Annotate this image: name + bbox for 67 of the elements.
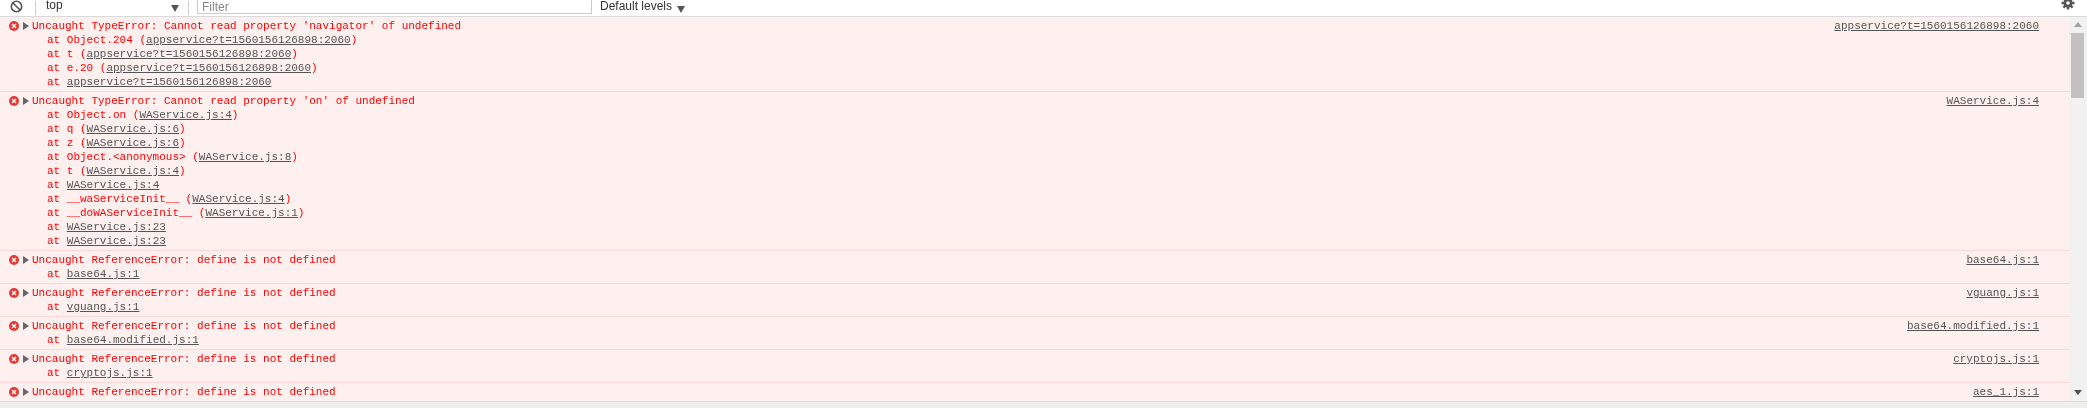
caret-icon [171, 5, 179, 12]
source-link[interactable]: WAService.js:4 [1946, 94, 2039, 108]
clear-console-icon[interactable] [10, 0, 23, 13]
source-link[interactable]: WAService.js:23 [66, 221, 166, 233]
filter-field[interactable]: Filter [197, 0, 592, 14]
scroll-down-icon[interactable] [2074, 390, 2082, 395]
source-link[interactable]: appservice?t=1560156126898:2060 [86, 48, 292, 60]
stack-frame: at WAService.js:23 [32, 220, 1937, 234]
source-link[interactable]: aes_1.js:1 [1973, 385, 2039, 399]
source-link[interactable]: appservice?t=1560156126898:2060 [1834, 19, 2039, 33]
settings-icon[interactable] [2061, 0, 2075, 10]
source-link[interactable]: WAService.js:4 [192, 193, 285, 205]
stack-frame: at Object.204 (appservice?t=1560156126898:2060) [32, 33, 1825, 47]
error-message: Uncaught ReferenceError: define is not defined [32, 253, 337, 267]
expand-arrow-icon[interactable] [23, 355, 29, 363]
expand-arrow-icon[interactable] [23, 256, 29, 264]
source-link[interactable]: WAService.js:1 [205, 207, 298, 219]
source-link[interactable]: cryptojs.js:1 [1953, 352, 2039, 366]
stack-frame: at Object.on (WAService.js:4) [32, 108, 1937, 122]
error-message: Uncaught ReferenceError: define is not defined [32, 286, 337, 300]
stack-frame: at WAService.js:23 [32, 234, 1937, 248]
expand-arrow-icon[interactable] [23, 388, 29, 396]
stack-frame: at z (WAService.js:6) [32, 136, 1937, 150]
scrollbar-thumb[interactable] [2071, 33, 2084, 98]
stack-frame: at WAService.js:4 [32, 178, 1937, 192]
source-link[interactable]: base64.modified.js:1 [66, 334, 199, 346]
stack-frame: at q (WAService.js:6) [32, 122, 1937, 136]
source-link[interactable]: WAService.js:4 [66, 179, 160, 191]
stack-frame: at base64.js:1 [32, 267, 1957, 281]
stack-frame: at t (appservice?t=1560156126898:2060) [32, 47, 1825, 61]
source-link[interactable]: base64.modified.js:1 [1906, 319, 2039, 333]
source-link[interactable]: WAService.js:4 [86, 165, 180, 177]
stack-frame: at e.20 (appservice?t=1560156126898:2060) [32, 61, 1825, 75]
source-link[interactable]: appservice?t=1560156126898:2060 [146, 34, 351, 46]
error-message: Uncaught TypeError: Cannot read property 'navigator' of undefined [32, 19, 463, 33]
error-message: Uncaught ReferenceError: define is not defined [32, 385, 337, 399]
error-message: Uncaught ReferenceError: define is not defined [32, 352, 337, 366]
source-link[interactable]: cryptojs.js:1 [66, 367, 153, 379]
expand-arrow-icon[interactable] [23, 322, 29, 330]
context-select[interactable]: top [45, 0, 180, 13]
stack-frame: at base64.modified.js:1 [32, 333, 1897, 347]
stack-frame: at vguang.js:1 [32, 300, 1957, 314]
stack-frame: at Object.<anonymous> (WAService.js:8) [32, 150, 1937, 164]
error-message: Uncaught TypeError: Cannot read property 'on' of undefined [32, 94, 416, 108]
source-link[interactable]: base64.js:1 [1966, 253, 2039, 267]
scrollbar[interactable] [2069, 17, 2087, 401]
source-link[interactable]: WAService.js:4 [139, 109, 232, 121]
source-link[interactable]: vguang.js:1 [1966, 286, 2039, 300]
source-link[interactable]: WAService.js:23 [66, 235, 166, 247]
source-link[interactable]: vguang.js:1 [66, 301, 140, 313]
source-link[interactable]: base64.js:1 [66, 268, 140, 280]
stack-frame: at __doWAServiceInit__ (WAService.js:1) [32, 206, 1937, 220]
stack-frame: at __waServiceInit__ (WAService.js:4) [32, 192, 1937, 206]
log-levels-dropdown[interactable]: Default levels [600, 0, 686, 13]
expand-arrow-icon[interactable] [23, 289, 29, 297]
stack-frame: at t (WAService.js:4) [32, 164, 1937, 178]
source-link[interactable]: WAService.js:6 [86, 123, 180, 135]
caret-icon [677, 6, 686, 13]
error-message: Uncaught ReferenceError: define is not defined [32, 319, 337, 333]
stack-frame: at cryptojs.js:1 [32, 366, 1944, 380]
source-link[interactable]: appservice?t=1560156126898:2060 [106, 62, 312, 74]
source-link[interactable]: WAService.js:6 [86, 137, 180, 149]
source-link[interactable]: appservice?t=1560156126898:2060 [66, 76, 272, 88]
expand-arrow-icon[interactable] [23, 22, 29, 30]
expand-arrow-icon[interactable] [23, 97, 29, 105]
stack-frame: at appservice?t=1560156126898:2060 [32, 75, 1825, 89]
source-link[interactable]: WAService.js:8 [198, 151, 292, 163]
